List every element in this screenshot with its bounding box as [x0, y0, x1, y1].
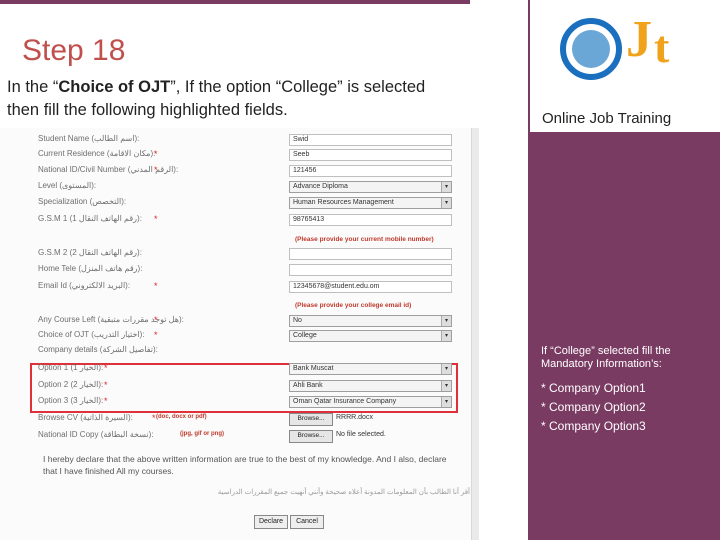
form-text-field[interactable]: 12345678@student.edu.om — [289, 281, 452, 293]
chevron-down-icon[interactable]: ▾ — [441, 397, 451, 407]
form-row: G.S.M 2 (رقم الهاتف النقال 2): — [0, 248, 478, 264]
chevron-down-icon[interactable]: ▾ — [441, 182, 451, 192]
form-row: Current Residence (مكان الاقامة): * Seeb — [0, 149, 478, 165]
required-marker: * — [104, 363, 108, 373]
form-row: Choice of OJT (اختيار التدريب): * College ▾ — [0, 330, 478, 346]
form-row: Option 1 (الخيار 1): * Bank Muscat ▾ — [0, 363, 478, 379]
logo-letter-t: t — [654, 21, 670, 72]
logo-letter-j: J — [626, 11, 652, 68]
required-marker: * — [154, 330, 158, 340]
required-marker: * — [154, 315, 158, 325]
browse-button[interactable]: Browse... — [289, 430, 333, 443]
dropdown-value: Human Resources Management — [293, 199, 394, 206]
file-type-hint: (doc, docx or pdf) — [156, 414, 207, 420]
form-text-field[interactable]: 121456 — [289, 165, 452, 177]
form-row: Option 3 (الخيار 3): * Oman Qatar Insuranc… — [0, 396, 478, 412]
required-marker: * — [104, 396, 108, 406]
required-marker: * — [154, 214, 158, 224]
form-field-label: Email Id (البريد الالكتروني): — [38, 281, 131, 290]
form-text-field[interactable] — [289, 248, 452, 260]
required-marker: * — [154, 165, 158, 175]
form-row: Email Id (البريد الالكتروني): * 12345678@s… — [0, 281, 478, 297]
chevron-down-icon[interactable]: ▾ — [441, 316, 451, 326]
form-row: Student Name (اسم الطالب): Swid — [0, 134, 478, 150]
form-field-label: G.S.M 2 (رقم الهاتف النقال 2): — [38, 248, 142, 257]
form-field-label: Option 2 (الخيار 2): — [38, 380, 104, 389]
form-field-label: Option 3 (الخيار 3): — [38, 396, 104, 405]
form-row: Specialization (التخصص): Human Resources … — [0, 197, 478, 213]
side-note-option-2: * Company Option2 — [541, 400, 646, 414]
top-band — [0, 0, 470, 4]
form-dropdown[interactable]: College ▾ — [289, 330, 452, 342]
required-marker: * — [154, 281, 158, 291]
intro-text-1: In the “ — [7, 78, 59, 96]
dropdown-value: Ahli Bank — [293, 382, 323, 389]
cancel-button[interactable]: Cancel — [290, 515, 324, 529]
file-type-hint: (jpg, gif or png) — [180, 431, 224, 437]
seal-center-icon — [572, 30, 610, 68]
form-dropdown[interactable]: Bank Muscat ▾ — [289, 363, 452, 375]
side-note-option-3: * Company Option3 — [541, 419, 646, 433]
form-row: Option 2 (الخيار 2): * Ahli Bank ▾ — [0, 380, 478, 396]
form-row: National ID/Civil Number (الرقم المدني):… — [0, 165, 478, 181]
selected-file-name: No file selected. — [336, 431, 386, 438]
form-field-label: G.S.M 1 (رقم الهاتف النقال 1): — [38, 214, 142, 223]
form-text-field[interactable]: Swid — [289, 134, 452, 146]
slide-intro: In the “Choice of OJT”, If the option “C… — [7, 76, 427, 122]
dropdown-value: Advance Diploma — [293, 183, 348, 190]
form-text-field[interactable]: Seeb — [289, 149, 452, 161]
intro-bold: Choice of OJT — [58, 78, 171, 96]
side-note-heading: If “College” selected fill the Mandatory… — [541, 345, 671, 370]
form-dropdown[interactable]: Human Resources Management ▾ — [289, 197, 452, 209]
slide-title: Step 18 — [22, 34, 126, 67]
form-field-label: Level (المستوى): — [38, 181, 97, 190]
dropdown-value: Bank Muscat — [293, 365, 334, 372]
dropdown-value: Oman Qatar Insurance Company — [293, 398, 397, 405]
form-row: Any Course Left (هل توجد مقررات متبقية):… — [0, 315, 478, 331]
declaration-arabic: أقر أنا الطالب بأن المعلومات المدونة أعل… — [217, 489, 470, 496]
form-dropdown[interactable]: Oman Qatar Insurance Company ▾ — [289, 396, 452, 408]
form-row: G.S.M 1 (رقم الهاتف النقال 1): * 98765413 — [0, 214, 478, 230]
required-marker: * — [154, 149, 158, 159]
declare-button[interactable]: Declare — [254, 515, 288, 529]
form-text-field[interactable]: 98765413 — [289, 214, 452, 226]
form-field-label: Any Course Left (هل توجد مقررات متبقية): — [38, 315, 184, 324]
selected-file-name: RRRR.docx — [336, 414, 373, 421]
chevron-down-icon[interactable]: ▾ — [441, 381, 451, 391]
email-hint: (Please provide your college email id) — [295, 302, 412, 309]
form-row: National ID Copy (نسخة البطاقة): Browse..… — [0, 430, 478, 446]
form-text-field[interactable] — [289, 264, 452, 276]
chevron-down-icon[interactable]: ▾ — [441, 364, 451, 374]
form-dropdown[interactable]: Ahli Bank ▾ — [289, 380, 452, 392]
required-marker: * — [152, 413, 156, 423]
ojt-logo: J t Online Job Training — [530, 0, 720, 132]
form-field-label: Current Residence (مكان الاقامة): — [38, 149, 156, 158]
required-marker: * — [104, 380, 108, 390]
form-field-label: Student Name (اسم الطالب): — [38, 134, 140, 143]
form-field-label: Browse CV (السيرة الذاتية): — [38, 413, 133, 422]
side-note-option-1: * Company Option1 — [541, 381, 646, 395]
form-dropdown[interactable]: No ▾ — [289, 315, 452, 327]
dropdown-value: No — [293, 317, 302, 324]
form-field-label: National ID Copy (نسخة البطاقة): — [38, 430, 154, 439]
form-row: Level (المستوى): Advance Diploma ▾ — [0, 181, 478, 197]
browse-button[interactable]: Browse... — [289, 413, 333, 426]
chevron-down-icon[interactable]: ▾ — [441, 198, 451, 208]
dropdown-value: College — [293, 332, 317, 339]
mobile-hint: (Please provide your current mobile numb… — [295, 236, 434, 243]
form-row: Home Tele (رقم هاتف المنزل): — [0, 264, 478, 280]
form-field-label: Home Tele (رقم هاتف المنزل): — [38, 264, 143, 273]
form-row: Company details (تفاصيل الشركة): — [0, 345, 478, 361]
form-field-label: Company details (تفاصيل الشركة): — [38, 345, 158, 354]
form-dropdown[interactable]: Advance Diploma ▾ — [289, 181, 452, 193]
form-field-label: Choice of OJT (اختيار التدريب): — [38, 330, 145, 339]
logo-caption: Online Job Training — [542, 110, 672, 127]
chevron-down-icon[interactable]: ▾ — [441, 331, 451, 341]
form-field-label: Option 1 (الخيار 1): — [38, 363, 104, 372]
form-row: Browse CV (السيرة الذاتية): * Browse... RRR… — [0, 413, 478, 429]
declaration-text: I hereby declare that the above written … — [43, 454, 447, 476]
ojt-form-screenshot: (Please provide your current mobile numb… — [0, 128, 479, 540]
form-field-label: Specialization (التخصص): — [38, 197, 127, 206]
